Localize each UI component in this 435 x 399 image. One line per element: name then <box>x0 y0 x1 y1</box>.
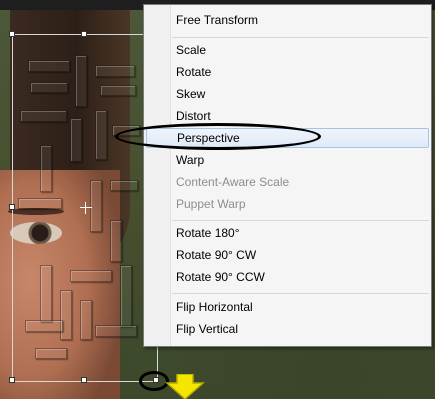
perspective-highlight-ellipse <box>115 123 321 150</box>
transform-handle-bottom-left[interactable] <box>9 377 15 383</box>
menu-item-rotate-90-cw[interactable]: Rotate 90° CW <box>146 245 429 265</box>
menu-item-rotate-90-ccw[interactable]: Rotate 90° CCW <box>146 267 429 287</box>
transform-handle-middle-left[interactable] <box>9 204 15 210</box>
menu-item-skew[interactable]: Skew <box>146 84 429 104</box>
menu-item-content-aware-scale[interactable]: Content-Aware Scale <box>146 172 429 192</box>
transform-context-menu: Free Transform Scale Rotate Skew Distort… <box>143 4 432 347</box>
menu-item-rotate[interactable]: Rotate <box>146 62 429 82</box>
menu-item-free-transform[interactable]: Free Transform <box>146 10 429 30</box>
menu-separator <box>172 220 429 221</box>
crosshair-icon[interactable] <box>80 202 92 214</box>
menu-separator <box>172 293 429 294</box>
transform-handle-top-center[interactable] <box>81 31 87 37</box>
transform-handle-top-left[interactable] <box>9 31 15 37</box>
transform-handle-bottom-center[interactable] <box>81 377 87 383</box>
menu-item-rotate-180[interactable]: Rotate 180° <box>146 223 429 243</box>
menu-item-warp[interactable]: Warp <box>146 150 429 170</box>
menu-separator <box>172 37 429 38</box>
arrow-down-icon <box>165 374 205 399</box>
menu-item-puppet-warp[interactable]: Puppet Warp <box>146 194 429 214</box>
menu-item-scale[interactable]: Scale <box>146 40 429 60</box>
menu-item-flip-horizontal[interactable]: Flip Horizontal <box>146 297 429 317</box>
menu-item-flip-vertical[interactable]: Flip Vertical <box>146 319 429 339</box>
